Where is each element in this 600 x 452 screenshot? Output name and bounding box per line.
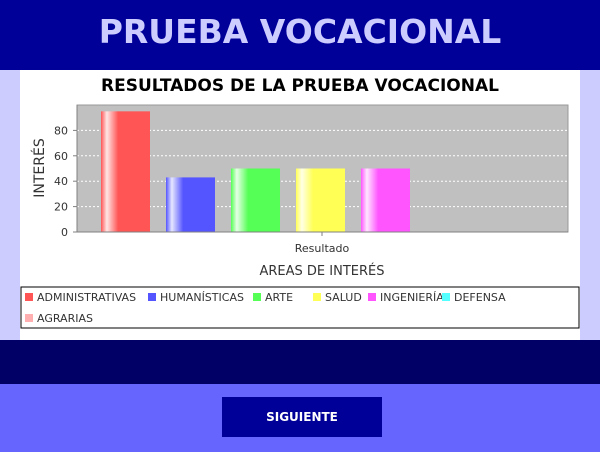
bar [101,111,150,232]
y-tick-label: 20 [54,201,68,214]
legend-swatch [253,293,261,301]
legend-swatch [313,293,321,301]
y-tick-label: 60 [54,150,68,163]
y-axis-label: INTERÉS [31,138,48,198]
bar [166,177,215,232]
bar [231,168,280,232]
legend-label: SALUD [325,291,362,304]
left-side-band [0,70,20,340]
legend-swatch [368,293,376,301]
bar [361,168,410,232]
legend-swatch [442,293,450,301]
legend-label: INGENIERÍA [380,291,444,304]
x-axis-category-label: Resultado [295,242,350,255]
y-tick-label: 40 [54,175,68,188]
legend-label: AGRARIAS [37,312,93,325]
legend-swatch [148,293,156,301]
bottom-band [0,340,600,384]
legend-label: ADMINISTRATIVAS [37,291,136,304]
y-tick-label: 80 [54,124,68,137]
chart-panel: RESULTADOS DE LA PRUEBA VOCACIONAL 0 20 40… [20,70,580,340]
app-title: PRUEBA VOCACIONAL [98,12,502,51]
y-axis-ticks: 0 20 40 60 80 [54,124,77,239]
chart-title: RESULTADOS DE LA PRUEBA VOCACIONAL [101,76,499,96]
legend-label: ARTE [265,291,293,304]
legend-swatch [25,293,33,301]
legend-label: DEFENSA [454,291,506,304]
app-header: PRUEBA VOCACIONAL [0,0,600,70]
bar [296,168,345,232]
next-button[interactable]: SIGUIENTE [222,397,382,437]
legend-swatch [25,314,33,322]
legend-label: HUMANÍSTICAS [160,291,244,304]
right-side-band [580,70,600,340]
x-axis-label: AREAS DE INTERÉS [260,263,385,279]
bar-chart: RESULTADOS DE LA PRUEBA VOCACIONAL 0 20 40… [20,76,580,329]
y-tick-label: 0 [61,226,68,239]
